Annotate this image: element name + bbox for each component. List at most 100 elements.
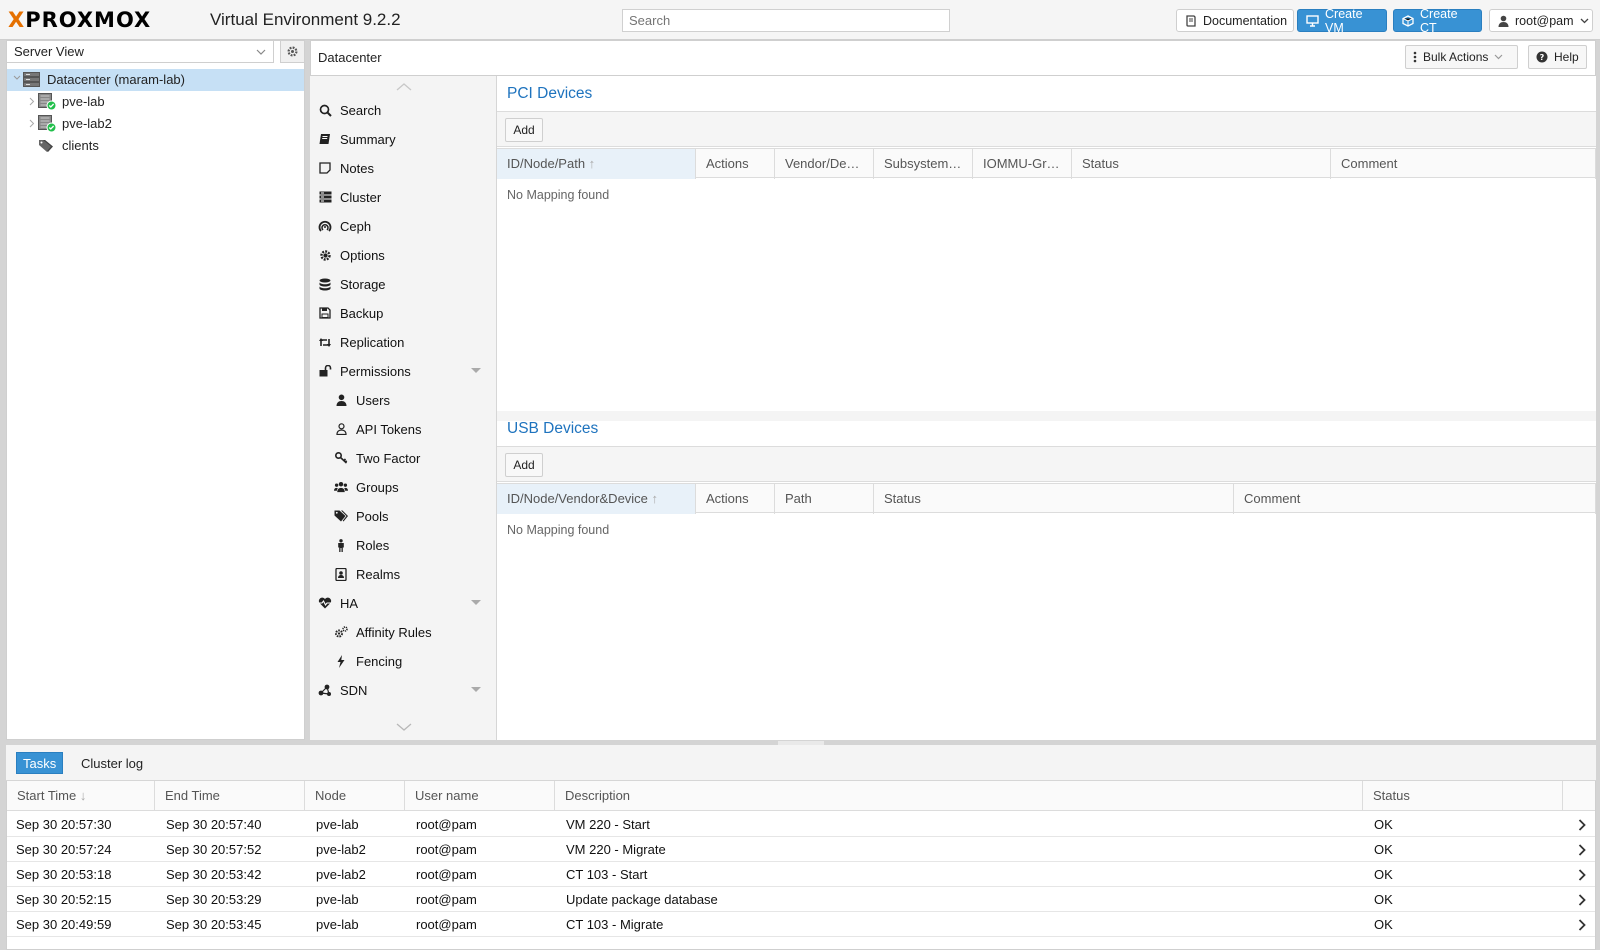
column-header[interactable]: User name	[405, 781, 555, 811]
column-header[interactable]: Start Time ↓	[7, 781, 155, 811]
menu-item-api-tokens[interactable]: API Tokens	[334, 415, 422, 443]
menu-item-permissions[interactable]: Permissions	[318, 357, 488, 385]
column-header[interactable]: Description	[555, 781, 1363, 811]
caret-down-icon[interactable]	[471, 368, 481, 373]
user-menu-button[interactable]: root@pam	[1489, 9, 1593, 32]
column-header[interactable]: Actions	[696, 484, 775, 514]
tree-item-pve-lab2[interactable]: pve-lab2	[7, 113, 304, 135]
column-header[interactable]: Status	[874, 484, 1234, 514]
bottom-tab-bar	[6, 745, 1596, 781]
tags-icon	[38, 139, 56, 153]
menu-item-backup[interactable]: Backup	[318, 299, 383, 327]
menu-item-notes[interactable]: Notes	[318, 154, 374, 182]
chevron-down-icon[interactable]	[396, 723, 412, 732]
bulk-actions-button[interactable]: Bulk Actions	[1405, 45, 1518, 69]
pci-add-button[interactable]: Add	[505, 118, 543, 142]
menu-item-summary[interactable]: Summary	[318, 125, 396, 153]
caret-down-icon[interactable]	[471, 600, 481, 605]
menu-item-affinity-rules[interactable]: Affinity Rules	[334, 618, 432, 646]
column-header[interactable]: Status	[1072, 149, 1331, 179]
table-row[interactable]: Sep 30 20:52:15 Sep 30 20:53:29 pve-lab …	[7, 887, 1595, 912]
column-header[interactable]: Path	[775, 484, 874, 514]
usb-add-button[interactable]: Add	[505, 453, 543, 477]
column-header[interactable]: Status	[1363, 781, 1563, 811]
create-ct-button[interactable]: Create CT	[1393, 7, 1482, 35]
menu-item-users[interactable]: Users	[334, 386, 390, 414]
help-button[interactable]: ? Help	[1528, 45, 1587, 69]
tree-item-label: clients	[62, 138, 99, 153]
tree-settings-button[interactable]	[280, 40, 305, 63]
menu-item-fencing[interactable]: Fencing	[334, 647, 402, 675]
menu-item-ceph[interactable]: Ceph	[318, 212, 371, 240]
node-online-icon	[38, 93, 57, 111]
chevron-right-icon[interactable]	[1578, 919, 1586, 944]
tab-cluster-log[interactable]: Cluster log	[75, 752, 149, 774]
menu-item-label: Users	[356, 392, 390, 408]
menu-item-label: Summary	[340, 131, 396, 147]
column-header[interactable]: Comment	[1331, 149, 1596, 179]
menu-item-groups[interactable]: Groups	[334, 473, 399, 501]
column-header[interactable]: ID/Node/Path ↑	[497, 149, 696, 179]
column-header[interactable]: IOMMU-Gr…	[973, 149, 1072, 179]
description-cell: VM 220 - Start	[566, 817, 650, 832]
search-input[interactable]	[622, 9, 950, 32]
create-vm-button[interactable]: Create VM	[1297, 7, 1387, 35]
gear-icon	[318, 248, 332, 262]
view-select[interactable]: Server View	[6, 40, 274, 63]
caret-down-icon[interactable]	[471, 687, 481, 692]
user-cell: root@pam	[416, 917, 477, 932]
tree-item-pve-lab[interactable]: pve-lab	[7, 91, 304, 113]
sort-asc-icon: ↑	[588, 156, 596, 171]
logo-text: XPROXMOX	[8, 8, 152, 32]
menu-item-label: Two Factor	[356, 450, 421, 466]
menu-item-roles[interactable]: Roles	[334, 531, 389, 559]
chevron-up-icon[interactable]	[396, 83, 412, 91]
column-header[interactable]: Comment	[1234, 484, 1596, 514]
column-header[interactable]: ID/Node/Vendor&Device ↑	[497, 484, 696, 514]
menu-item-ha[interactable]: HA	[318, 589, 488, 617]
user-outline-icon	[334, 422, 348, 436]
column-header[interactable]: Subsystem…	[874, 149, 973, 179]
menu-item-replication[interactable]: Replication	[318, 328, 404, 356]
table-row[interactable]: Sep 30 20:53:18 Sep 30 20:53:42 pve-lab2…	[7, 862, 1595, 887]
menu-item-pools[interactable]: Pools	[334, 502, 389, 530]
table-row[interactable]: Sep 30 20:57:24 Sep 30 20:57:52 pve-lab2…	[7, 837, 1595, 862]
table-row[interactable]: Sep 30 20:57:30 Sep 30 20:57:40 pve-lab …	[7, 812, 1595, 837]
menu-item-label: Realms	[356, 566, 401, 582]
pci-grid-header: ID/Node/Path ↑ Actions Vendor/De… Subsys…	[497, 148, 1596, 179]
tree-item-clients[interactable]: clients	[7, 135, 304, 157]
menu-item-options[interactable]: Options	[318, 241, 385, 269]
menu-item-cluster[interactable]: Cluster	[318, 183, 381, 211]
status-cell: OK	[1374, 817, 1393, 832]
user-icon	[1498, 15, 1509, 27]
documentation-label: Documentation	[1203, 13, 1288, 28]
usb-empty-text: No Mapping found	[507, 523, 610, 537]
start-time-cell: Sep 30 20:53:18	[16, 867, 112, 882]
user-cell: root@pam	[416, 842, 477, 857]
view-select-value: Server View	[14, 44, 84, 59]
chevron-down-icon	[1580, 18, 1589, 24]
proxmox-logo[interactable]: XPROXMOX	[8, 5, 151, 35]
menu-item-sdn[interactable]: SDN	[318, 676, 488, 704]
column-header[interactable]: Vendor/De…	[775, 149, 874, 179]
user-cell: root@pam	[416, 867, 477, 882]
menu-item-realms[interactable]: Realms	[334, 560, 400, 588]
tree-item-label: pve-lab	[62, 94, 105, 109]
cogs-icon	[334, 625, 348, 639]
node-online-icon	[38, 115, 57, 133]
documentation-button[interactable]: Documentation	[1176, 9, 1294, 32]
tree-item-datacenter[interactable]: Datacenter (maram-lab)	[7, 69, 304, 91]
menu-item-search[interactable]: Search	[318, 96, 381, 124]
unlock-icon	[318, 364, 332, 378]
column-header[interactable]: End Time	[155, 781, 305, 811]
menu-item-storage[interactable]: Storage	[318, 270, 386, 298]
table-row[interactable]: Sep 30 20:49:59 Sep 30 20:53:45 pve-lab …	[7, 912, 1595, 937]
usb-grid-header: ID/Node/Vendor&Device ↑ Actions Path Sta…	[497, 483, 1596, 514]
search-icon	[318, 103, 332, 117]
menu-item-label: Pools	[356, 508, 389, 524]
column-header[interactable]: Node	[305, 781, 405, 811]
tab-tasks[interactable]: Tasks	[16, 752, 64, 774]
column-header[interactable]: Actions	[696, 149, 775, 179]
menu-item-label: Permissions	[340, 363, 411, 379]
menu-item-two-factor[interactable]: Two Factor	[334, 444, 420, 472]
